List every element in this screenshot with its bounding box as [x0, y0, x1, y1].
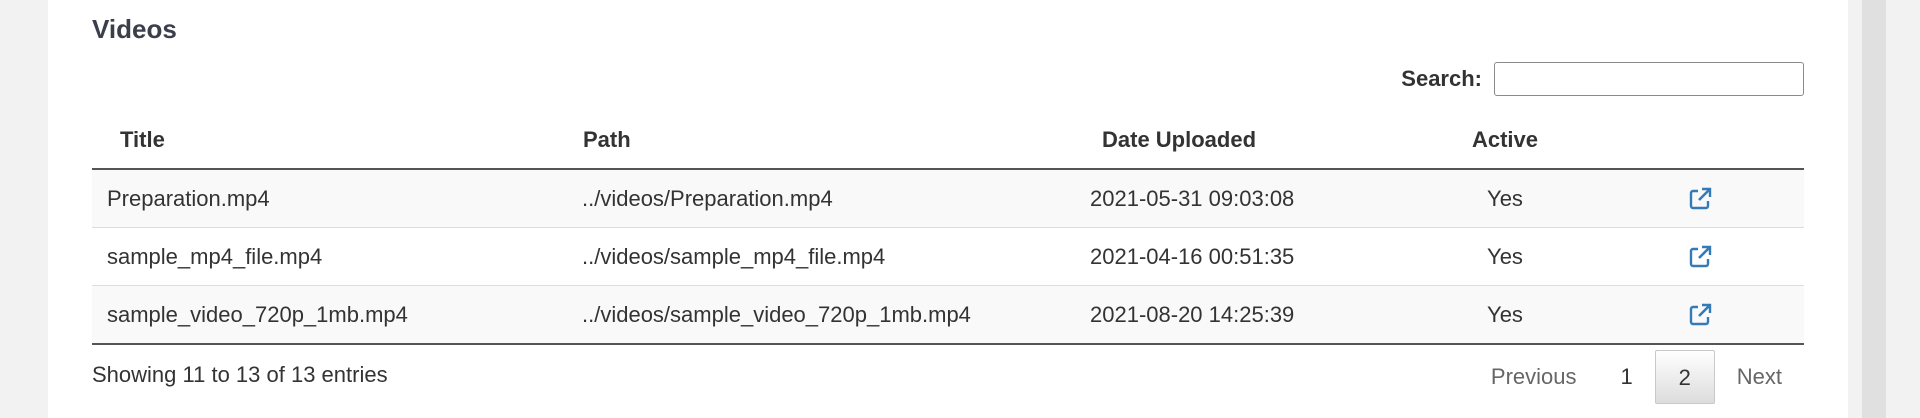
pagination: Previous 1 2 Next	[1469, 350, 1804, 404]
video-title: Preparation.mp4	[92, 168, 582, 228]
table-row: sample_mp4_file.mp4 ../videos/sample_mp4…	[92, 227, 1804, 286]
column-header-active[interactable]: Active	[1415, 112, 1595, 170]
open-link-cell	[1595, 285, 1804, 345]
video-active: Yes	[1415, 285, 1595, 345]
next-page-button[interactable]: Next	[1715, 350, 1804, 404]
search-box: Search:	[1401, 62, 1804, 96]
search-input[interactable]	[1494, 62, 1804, 96]
external-link-icon[interactable]	[1687, 244, 1713, 270]
video-path: ../videos/Preparation.mp4	[582, 168, 1090, 228]
video-date-uploaded: 2021-05-31 09:03:08	[1090, 168, 1415, 228]
video-title: sample_mp4_file.mp4	[92, 227, 582, 286]
column-header-path[interactable]: Path	[582, 112, 1090, 170]
table-row: sample_video_720p_1mb.mp4 ../videos/samp…	[92, 285, 1804, 345]
section-title: Videos	[92, 14, 177, 44]
videos-table: Title Path Date Uploaded Active Preparat…	[92, 112, 1804, 345]
video-active: Yes	[1415, 227, 1595, 286]
previous-page-button[interactable]: Previous	[1469, 350, 1599, 404]
column-header-date-uploaded[interactable]: Date Uploaded	[1090, 112, 1415, 170]
open-link-cell	[1595, 168, 1804, 228]
column-header-actions	[1595, 112, 1804, 170]
video-date-uploaded: 2021-08-20 14:25:39	[1090, 285, 1415, 345]
external-link-icon[interactable]	[1687, 302, 1713, 328]
video-path: ../videos/sample_mp4_file.mp4	[582, 227, 1090, 286]
page-1-button[interactable]: 1	[1599, 350, 1655, 404]
video-date-uploaded: 2021-04-16 00:51:35	[1090, 227, 1415, 286]
open-link-cell	[1595, 227, 1804, 286]
video-path: ../videos/sample_video_720p_1mb.mp4	[582, 285, 1090, 345]
table-row: Preparation.mp4 ../videos/Preparation.mp…	[92, 168, 1804, 228]
column-header-title[interactable]: Title	[92, 112, 582, 170]
table-info: Showing 11 to 13 of 13 entries	[92, 362, 388, 387]
page-2-button[interactable]: 2	[1654, 350, 1715, 404]
table-header-row: Title Path Date Uploaded Active	[92, 112, 1804, 170]
video-title: sample_video_720p_1mb.mp4	[92, 285, 582, 345]
video-active: Yes	[1415, 168, 1595, 228]
external-link-icon[interactable]	[1687, 186, 1713, 212]
search-label: Search:	[1401, 66, 1482, 91]
page-scrollbar[interactable]	[1862, 0, 1886, 418]
